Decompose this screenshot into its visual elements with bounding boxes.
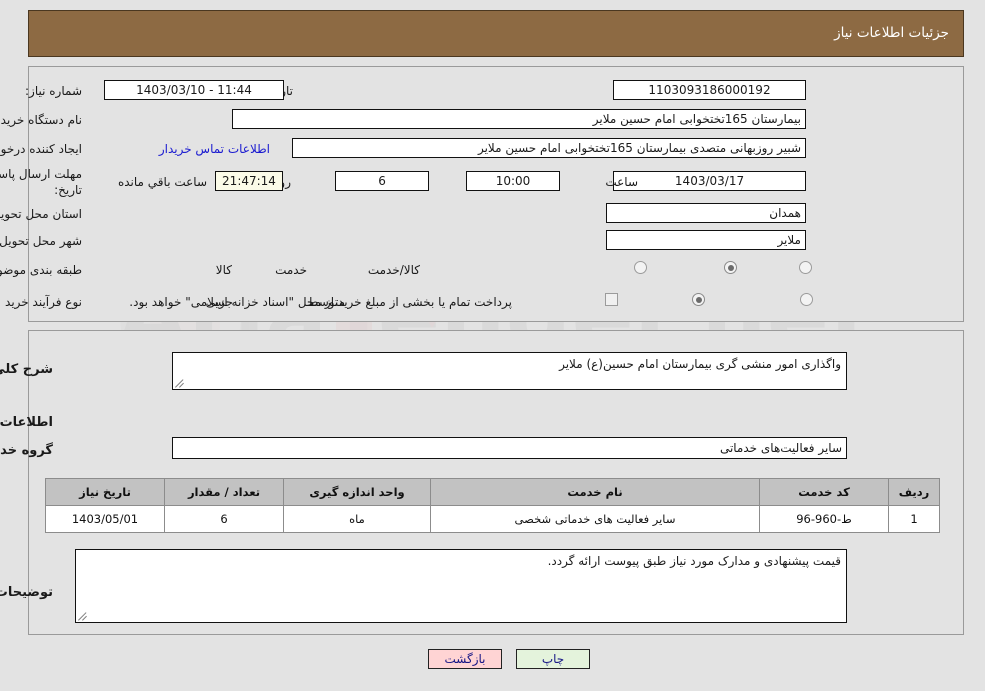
col-unit: واحد اندازه گیری	[283, 478, 431, 506]
label-hour: ساعت	[605, 175, 638, 189]
cell-service-name: سایر فعالیت های خدماتی شخصی	[430, 505, 760, 533]
page-root: AriaTender.net جزئیات اطلاعات نیاز شماره…	[0, 0, 985, 691]
buyer-notes-value: قیمت پیشنهادی و مدارک مورد نیاز طبق پیوس…	[547, 554, 841, 568]
label-islamic-treasury-bonds: پرداخت تمام یا بخشی از مبلغ خرید،از محل …	[129, 295, 512, 309]
textarea-need-description[interactable]: واگذاری امور منشی گری بیمارستان امام حسی…	[172, 352, 847, 390]
label-purchase-process: نوع فرآیند خرید :	[0, 295, 82, 309]
field-request-creator: شبیر روزبهانی متصدی بیمارستان 165تختخواب…	[292, 138, 806, 158]
radio-process-jozii[interactable]	[800, 293, 813, 306]
field-delivery-city: ملایر	[606, 230, 806, 250]
col-need-date: تاریخ نیاز	[45, 478, 165, 506]
field-need-number: 1103093186000192	[613, 80, 806, 100]
radio-category-kala[interactable]	[799, 261, 812, 274]
field-deadline-hour: 10:00	[466, 171, 560, 191]
label-request-creator: ایجاد کننده درخواست:	[0, 142, 82, 156]
field-delivery-province: همدان	[606, 203, 806, 223]
table-header-row: ردیف کد خدمت نام خدمت واحد اندازه گیری ت…	[45, 478, 940, 506]
label-category-kala: کالا	[215, 263, 232, 277]
heading-services-info: اطلاعات خدمات مورد نیاز	[0, 415, 53, 430]
services-table: ردیف کد خدمت نام خدمت واحد اندازه گیری ت…	[45, 478, 940, 533]
resize-grip-icon[interactable]	[78, 611, 88, 621]
table-row: 1 ط-960-96 سایر فعالیت های خدماتی شخصی م…	[45, 505, 940, 533]
label-delivery-province: استان محل تحویل:	[0, 207, 82, 221]
need-info-panel	[28, 66, 964, 322]
back-button[interactable]: بازگشت	[428, 649, 502, 669]
cell-quantity: 6	[164, 505, 284, 533]
col-service-code: کد خدمت	[759, 478, 889, 506]
page-title: جزئیات اطلاعات نیاز	[834, 25, 949, 41]
label-delivery-city: شهر محل تحویل:	[0, 234, 82, 248]
radio-process-motevaset[interactable]	[692, 293, 705, 306]
cell-need-date: 1403/05/01	[45, 505, 165, 533]
cell-unit: ماه	[283, 505, 431, 533]
label-remaining: ساعت باقي مانده	[117, 175, 207, 189]
resize-grip-icon[interactable]	[175, 378, 185, 388]
radio-category-kala-khedmat[interactable]	[634, 261, 647, 274]
window-title-bar: جزئیات اطلاعات نیاز	[28, 10, 964, 57]
label-buyer-org: نام دستگاه خریدار:	[0, 113, 82, 127]
label-buyer-notes: توضیحات خریدار:	[0, 585, 53, 600]
buyer-contact-info-link[interactable]: اطلاعات تماس خریدار	[159, 142, 270, 156]
cell-row-no: 1	[888, 505, 940, 533]
label-deadline-line2: تاریخ:	[54, 183, 82, 197]
col-service-name: نام خدمت	[430, 478, 760, 506]
label-need-description: شرح کلي نیاز:	[0, 362, 53, 377]
textarea-buyer-notes[interactable]: قیمت پیشنهادی و مدارک مورد نیاز طبق پیوس…	[75, 549, 847, 623]
label-category-kala-khedmat: کالا/خدمت	[367, 263, 420, 277]
cell-service-code: ط-960-96	[759, 505, 889, 533]
col-row-no: ردیف	[888, 478, 940, 506]
col-quantity: تعداد / مقدار	[164, 478, 284, 506]
print-button[interactable]: چاپ	[516, 649, 590, 669]
need-description-value: واگذاری امور منشی گری بیمارستان امام حسی…	[559, 357, 841, 371]
label-subject-category: طبقه بندی موضوعی:	[0, 263, 82, 277]
label-service-group: گروه خدمت:	[0, 443, 53, 458]
field-buyer-org: بیمارستان 165تختخوابی امام حسین ملایر	[232, 109, 806, 129]
field-deadline-date: 1403/03/17	[613, 171, 806, 191]
checkbox-islamic-treasury-bonds[interactable]	[605, 293, 618, 306]
field-remaining-days: 6	[335, 171, 429, 191]
field-service-group: سایر فعالیت‌های خدماتی	[172, 437, 847, 459]
radio-category-khedmat[interactable]	[724, 261, 737, 274]
field-public-announce-datetime: 11:44 - 1403/03/10	[104, 80, 284, 100]
field-remaining-countdown: 21:47:14	[215, 171, 283, 191]
label-need-number: شماره نیاز:	[25, 84, 82, 98]
label-category-khedmat: خدمت	[275, 263, 307, 277]
label-deadline-line1: مهلت ارسال پاسخ: تا	[0, 167, 82, 181]
